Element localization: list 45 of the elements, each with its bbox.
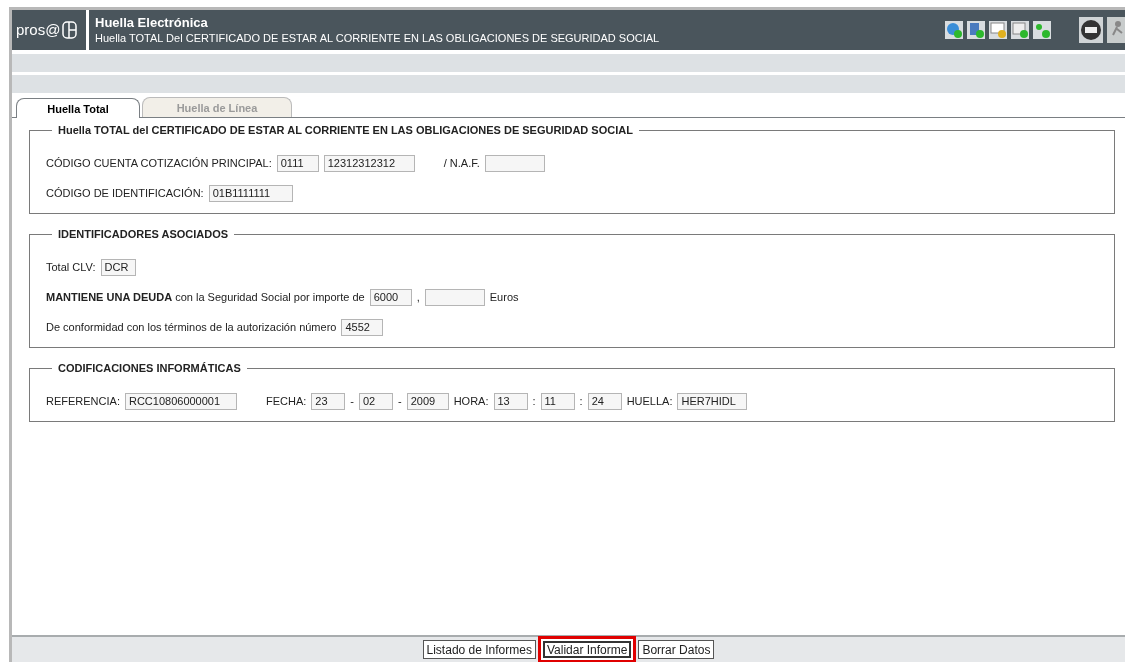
- input-field[interactable]: 13: [493, 392, 528, 410]
- input-field[interactable]: 24: [587, 392, 622, 410]
- input-field[interactable]: 0111: [276, 154, 319, 172]
- field-label: -: [350, 393, 354, 409]
- field-label: HORA:: [453, 393, 489, 409]
- printer-icon[interactable]: [1079, 17, 1103, 43]
- field-label: De conformidad con los términos de la autorización número: [46, 319, 337, 335]
- input-field[interactable]: 12312312312: [323, 154, 415, 172]
- input-field[interactable]: DCR: [100, 258, 136, 276]
- field-label: ,: [416, 289, 420, 305]
- field-label: Total CLV:: [46, 259, 96, 275]
- input-field[interactable]: [424, 288, 485, 306]
- input-field[interactable]: 11: [540, 392, 575, 410]
- input-field[interactable]: 2009: [406, 392, 449, 410]
- action-button[interactable]: Borrar Datos: [638, 640, 715, 659]
- input-field[interactable]: HER7HIDL: [677, 392, 748, 410]
- logo-icon: [62, 21, 79, 39]
- input-field[interactable]: RCC10806000001: [124, 392, 237, 410]
- input-field[interactable]: 4552: [341, 318, 384, 336]
- table-icon[interactable]: [967, 21, 985, 39]
- field-label: -: [398, 393, 402, 409]
- field-label: Euros: [489, 289, 519, 305]
- logo-text: pros@: [16, 19, 61, 40]
- document-icon[interactable]: [1033, 21, 1051, 39]
- field-label: :: [532, 393, 536, 409]
- field-label: MANTIENE UNA DEUDA con la Seguridad Social por importe de: [46, 289, 365, 305]
- field-label: :: [579, 393, 583, 409]
- field-label: CÓDIGO CUENTA COTIZACIÓN PRINCIPAL:: [46, 155, 272, 171]
- field-label: HUELLA:: [626, 393, 673, 409]
- app-title: Huella Electrónica: [95, 14, 209, 31]
- action-button[interactable]: Listado de Informes: [422, 640, 536, 659]
- field-label: / N.A.F.: [443, 155, 480, 171]
- input-field[interactable]: 01B1111111: [208, 184, 293, 202]
- input-field[interactable]: 6000: [369, 288, 412, 306]
- html-icon[interactable]: [989, 21, 1007, 39]
- tab[interactable]: Huella Total: [16, 98, 140, 118]
- action-button[interactable]: Validar Informe: [537, 636, 637, 662]
- input-field[interactable]: 02: [359, 392, 393, 410]
- input-field[interactable]: 23: [311, 392, 346, 410]
- xml-icon[interactable]: [1011, 21, 1029, 39]
- page-subtitle: Huella TOTAL Del CERTIFICADO DE ESTAR AL CORRIENTE EN LAS OBLIGACIONES DE SEGURIDAD SOCIAL: [95, 30, 661, 46]
- field-label: REFERENCIA:: [46, 393, 120, 409]
- input-field[interactable]: [484, 154, 545, 172]
- field-label: CÓDIGO DE IDENTIFICACIÓN:: [46, 185, 204, 201]
- field-label: FECHA:: [265, 393, 307, 409]
